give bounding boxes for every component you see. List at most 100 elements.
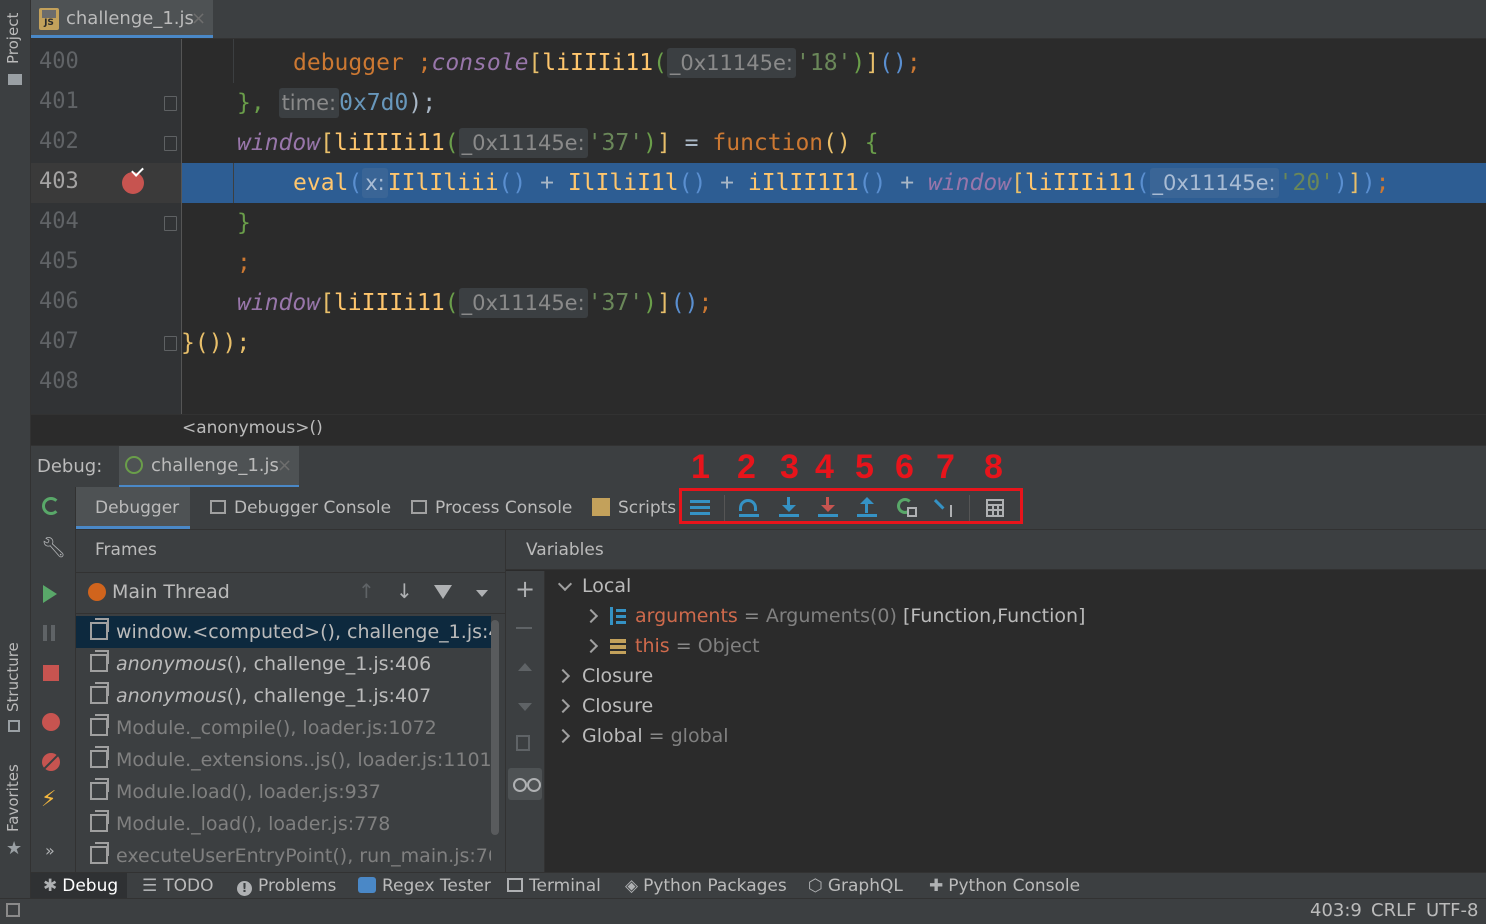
variables-panel: Variables Local arguments = Arguments(0)… xyxy=(506,530,1486,872)
var-this[interactable]: this = Object xyxy=(583,631,760,661)
frame-item[interactable]: Module._load(), loader.js:778 xyxy=(76,808,491,840)
breadcrumb: <anonymous>() xyxy=(31,414,1486,445)
breadcrumb-item[interactable]: <anonymous>() xyxy=(182,418,323,438)
stop-icon[interactable] xyxy=(43,665,59,681)
code-line-401: }, time: 0x7d0); xyxy=(237,88,437,118)
lightning-icon[interactable]: ⚡︎ xyxy=(41,787,56,812)
debug-session-label: challenge_1.js xyxy=(151,455,279,476)
frame-item[interactable]: window.<computed>(), challenge_1.js:403 xyxy=(76,616,491,648)
var-group-closure[interactable]: Closure xyxy=(555,691,653,721)
tab-process-console[interactable]: Process Console xyxy=(411,487,572,529)
frame-item[interactable]: anonymous(), challenge_1.js:406 xyxy=(76,648,491,680)
thread-label: Main Thread xyxy=(112,581,230,603)
resume-icon[interactable] xyxy=(43,585,57,603)
toolwindow-debug[interactable]: ✱ Debug xyxy=(31,873,127,899)
var-group-label: Global xyxy=(582,725,643,747)
favorites-tool-tab[interactable]: Favorites ★ xyxy=(0,760,30,860)
fold-marker-icon[interactable] xyxy=(164,136,177,151)
close-tab-icon[interactable]: × xyxy=(191,8,206,29)
layout-toggle-icon[interactable] xyxy=(6,903,20,917)
var-arguments[interactable]: arguments = Arguments(0) [Function,Funct… xyxy=(583,601,1085,631)
frame-location: (), challenge_1.js:406 xyxy=(226,653,432,675)
annotation-number: 5 xyxy=(855,448,874,486)
frame-item[interactable]: Module.load(), loader.js:937 xyxy=(76,776,491,808)
var-value: Object xyxy=(697,635,760,657)
annotation-number: 7 xyxy=(936,448,955,486)
frame-name: Module._load() xyxy=(116,813,257,835)
add-watch-icon[interactable]: + xyxy=(515,575,535,603)
debug-left-toolbar: 🔧︎ ⚡︎ » xyxy=(31,487,76,872)
toolwindow-todo[interactable]: ☰ TODO xyxy=(142,873,214,899)
debug-session-tab[interactable]: challenge_1.js × xyxy=(119,446,299,488)
var-value: Arguments(0) xyxy=(765,605,897,627)
wrench-icon[interactable]: 🔧︎ xyxy=(41,535,66,559)
mute-breakpoints-icon[interactable] xyxy=(41,752,61,772)
fold-marker-icon[interactable] xyxy=(164,96,177,111)
close-session-icon[interactable]: × xyxy=(277,455,292,476)
terminal-icon xyxy=(507,878,523,892)
scrollbar[interactable] xyxy=(491,620,499,835)
remove-watch-icon[interactable] xyxy=(516,627,532,629)
nodejs-icon xyxy=(125,456,143,474)
frame-item[interactable]: Module._extensions..js(), loader.js:1101 xyxy=(76,744,491,776)
project-tool-tab[interactable]: Project xyxy=(0,6,30,86)
thread-selector[interactable]: Main Thread ↑ ↓ xyxy=(76,572,505,614)
toolwindow-label: Debug xyxy=(62,876,119,896)
rerun-icon[interactable] xyxy=(42,497,60,515)
cursor-position[interactable]: 403:9 xyxy=(1310,900,1362,921)
var-eq: = xyxy=(648,725,665,747)
tab-debugger[interactable]: Debugger xyxy=(76,487,190,529)
arrow-up-icon[interactable]: ↑ xyxy=(358,579,375,603)
chevron-down-icon[interactable] xyxy=(476,590,488,597)
toolwindow-python-packages[interactable]: ◈ Python Packages xyxy=(625,873,787,899)
file-encoding[interactable]: UTF-8 xyxy=(1426,900,1478,921)
move-down-icon[interactable] xyxy=(518,703,532,711)
left-tool-strip: Project Structure Favorites ★ xyxy=(0,0,31,898)
var-group-global[interactable]: Global = global xyxy=(555,721,729,751)
toolwindow-problems[interactable]: ! Problems xyxy=(237,873,336,899)
toolwindow-regex-tester[interactable]: Regex Tester xyxy=(358,873,491,899)
frame-item[interactable]: anonymous(), challenge_1.js:407 xyxy=(76,680,491,712)
favorites-tab-label: Favorites xyxy=(4,764,22,832)
line-separator[interactable]: CRLF xyxy=(1371,900,1416,921)
view-breakpoints-icon[interactable] xyxy=(42,713,60,731)
toolwindow-label: Problems xyxy=(258,876,337,896)
code-line-405: ; xyxy=(237,250,251,276)
pause-icon[interactable] xyxy=(43,625,55,641)
annotation-number: 6 xyxy=(895,448,914,486)
tab-scripts[interactable]: Scripts xyxy=(592,487,676,529)
python-icon: ✚ xyxy=(929,876,944,896)
indent-guide xyxy=(233,39,234,83)
toolwindow-label: Regex Tester xyxy=(382,876,491,896)
glasses-icon[interactable] xyxy=(508,768,542,800)
toolwindow-python-console[interactable]: ✚ Python Console xyxy=(929,873,1080,899)
fold-marker-icon[interactable] xyxy=(164,336,177,351)
toolwindow-label: GraphQL xyxy=(827,876,903,896)
thread-icon xyxy=(88,583,106,601)
move-up-icon[interactable] xyxy=(518,663,532,671)
toolwindow-terminal[interactable]: Terminal xyxy=(507,873,601,899)
tab-debugger-console[interactable]: Debugger Console xyxy=(210,487,391,529)
code-line-403: eval(x: IIlIliii() + IlIliI1l() + iIlII1I… xyxy=(293,168,1390,198)
frame-item[interactable]: Module._compile(), loader.js:1072 xyxy=(76,712,491,744)
code-editor[interactable]: 400 401 402 403 404 405 406 407 408 debu… xyxy=(31,39,1486,414)
var-group-closure[interactable]: Closure xyxy=(555,661,653,691)
tool-windows-bar: ✱ Debug ☰ TODO ! Problems Regex Tester Term… xyxy=(31,872,1486,899)
copy-icon[interactable] xyxy=(516,735,530,751)
line-number: 401 xyxy=(39,89,79,114)
star-icon: ★ xyxy=(6,838,23,859)
var-group-local[interactable]: Local xyxy=(557,571,631,601)
line-number: 406 xyxy=(39,289,79,314)
structure-tool-tab[interactable]: Structure xyxy=(0,640,30,735)
fold-marker-icon[interactable] xyxy=(164,216,177,231)
filter-icon[interactable] xyxy=(434,585,452,599)
annotation-number: 4 xyxy=(815,448,834,486)
more-icon[interactable]: » xyxy=(45,841,55,860)
frame-location: , loader.js:1101 xyxy=(345,749,491,771)
frame-item[interactable]: executeUserEntryPoint(), run_main.js:76 xyxy=(76,840,491,872)
frames-panel: Frames Main Thread ↑ ↓ window.<computed>… xyxy=(76,530,506,872)
toolwindow-graphql[interactable]: ⬡ GraphQL xyxy=(808,873,903,899)
arrow-down-icon[interactable]: ↓ xyxy=(396,579,413,603)
editor-tab[interactable]: JS challenge_1.js × xyxy=(31,0,213,38)
breakpoint-icon[interactable] xyxy=(122,172,144,194)
